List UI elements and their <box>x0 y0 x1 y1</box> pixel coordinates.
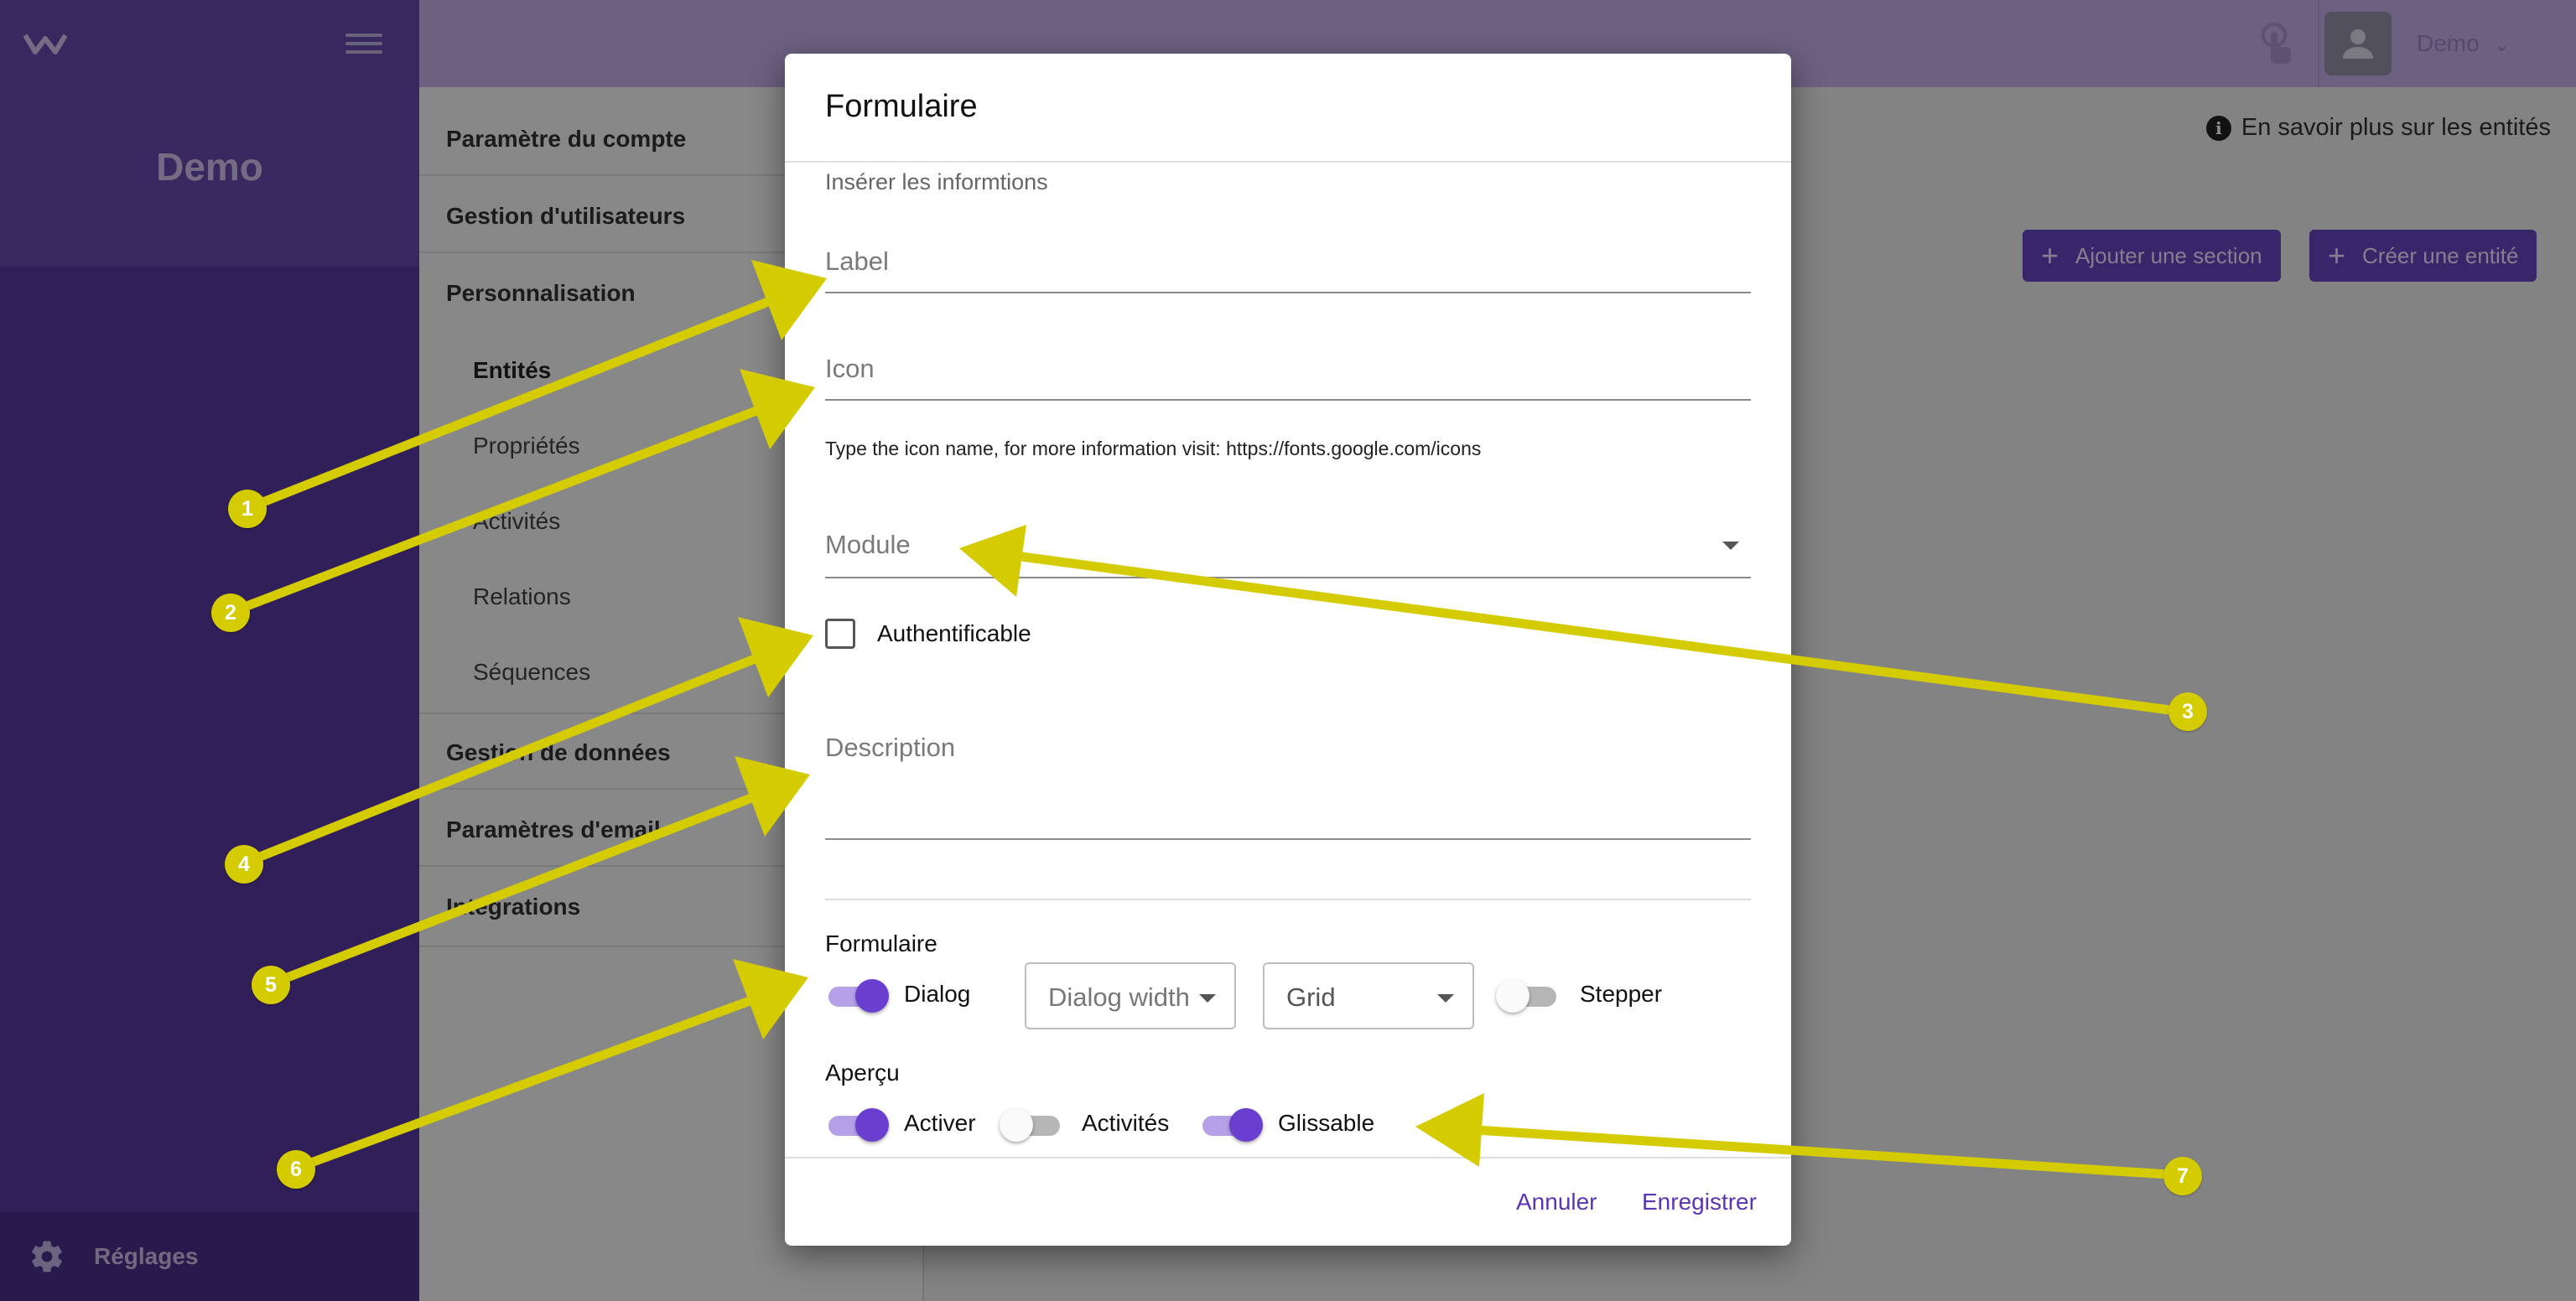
cancel-button[interactable]: Annuler <box>1516 1189 1597 1215</box>
glissable-toggle[interactable] <box>1199 1107 1263 1142</box>
annotation-badge-2: 2 <box>211 593 250 632</box>
dialog-toggle[interactable] <box>825 977 889 1013</box>
save-button[interactable]: Enregistrer <box>1642 1189 1757 1215</box>
description-textarea[interactable]: Description <box>825 733 1751 843</box>
icon-hint: Type the icon name, for more information… <box>825 438 1482 459</box>
dropdown-arrow-icon <box>1437 994 1454 1003</box>
label-placeholder: Label <box>825 246 889 276</box>
annotation-badge-7: 7 <box>2163 1157 2202 1195</box>
stepper-toggle[interactable] <box>1496 977 1560 1013</box>
icon-field[interactable]: Icon <box>825 354 1751 404</box>
preview-section-label: Aperçu <box>825 1060 900 1086</box>
dialog-toggle-label: Dialog <box>904 981 971 1007</box>
dialog-footer-divider <box>785 1157 1791 1158</box>
activer-toggle-label: Activer <box>904 1110 976 1136</box>
dropdown-arrow-icon <box>1722 542 1739 550</box>
module-underline <box>825 577 1751 578</box>
activer-toggle[interactable] <box>825 1107 889 1142</box>
annotation-badge-6: 6 <box>277 1150 315 1189</box>
form-section-label: Formulaire <box>825 930 937 956</box>
stepper-toggle-label: Stepper <box>1580 981 1663 1007</box>
annotation-badge-4: 4 <box>225 845 263 884</box>
dropdown-arrow-icon <box>1199 994 1216 1003</box>
description-underline <box>825 838 1751 840</box>
module-placeholder: Module <box>825 530 911 559</box>
dialog-header-divider <box>785 161 1791 163</box>
label-underline <box>825 292 1751 293</box>
dialog-width-select[interactable]: Dialog width <box>1025 962 1236 1029</box>
activites-toggle[interactable] <box>1000 1107 1063 1142</box>
layout-value: Grid <box>1286 982 1336 1012</box>
authentificable-label: Authentificable <box>877 620 1031 646</box>
annotation-badge-3: 3 <box>2168 692 2207 731</box>
glissable-toggle-label: Glissable <box>1278 1110 1375 1136</box>
icon-underline <box>825 399 1751 401</box>
label-field[interactable]: Label <box>825 246 1751 297</box>
dialog-title: Formulaire <box>825 89 978 124</box>
description-placeholder: Description <box>825 733 956 762</box>
annotation-badge-1: 1 <box>228 490 267 528</box>
dialog-width-placeholder: Dialog width <box>1048 982 1190 1012</box>
section-divider <box>825 899 1751 900</box>
icon-placeholder: Icon <box>825 354 875 383</box>
layout-select[interactable]: Grid <box>1263 962 1474 1029</box>
annotation-badge-5: 5 <box>252 966 290 1004</box>
dialog-subtitle: Insérer les informtions <box>825 169 1048 194</box>
entity-form-dialog: Formulaire Insérer les informtions Label… <box>785 54 1791 1246</box>
module-select[interactable]: Module <box>825 530 1751 582</box>
activites-toggle-label: Activités <box>1082 1110 1170 1136</box>
authentificable-checkbox[interactable] <box>825 619 855 649</box>
